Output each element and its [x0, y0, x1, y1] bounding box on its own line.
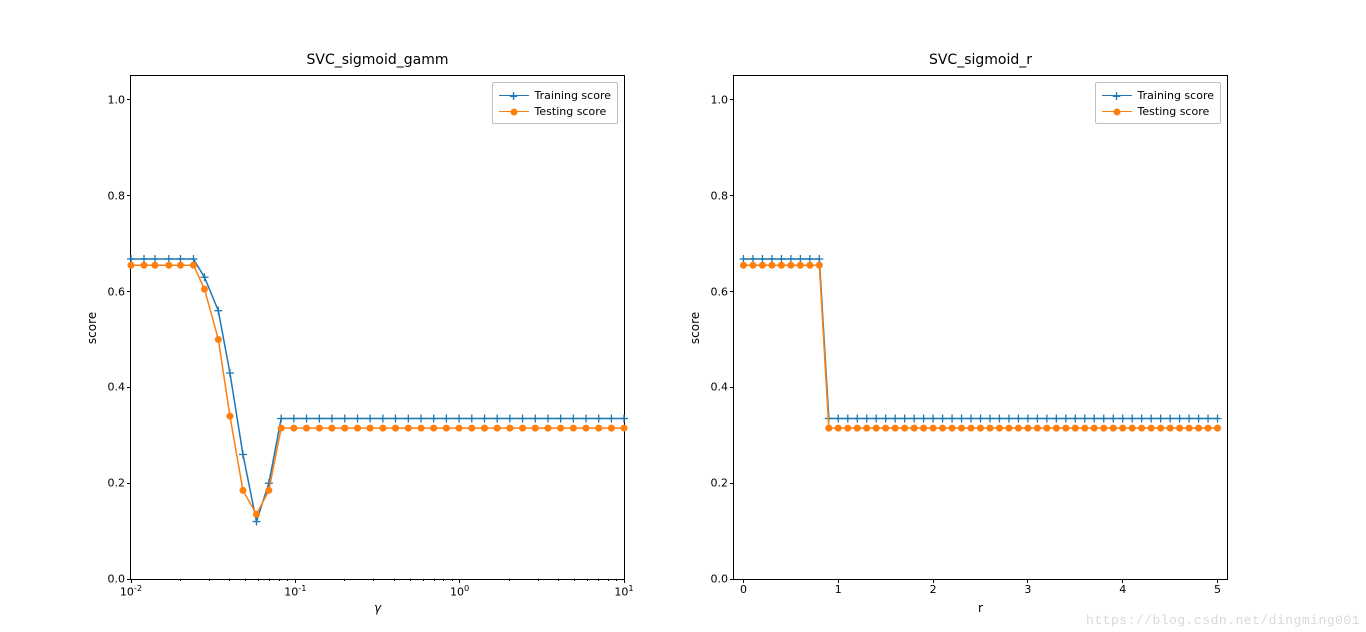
- legend: + Training score Testing score: [492, 82, 618, 124]
- legend-entry: Testing score: [535, 105, 607, 118]
- plot-svg: [734, 76, 1227, 579]
- plot-svg: [131, 76, 624, 579]
- legend-entry: Training score: [535, 89, 611, 102]
- legend: + Training score Testing score: [1095, 82, 1221, 124]
- legend-entry: Testing score: [1138, 105, 1210, 118]
- legend-entry: Training score: [1138, 89, 1214, 102]
- chart-title: SVC_sigmoid_r: [734, 52, 1227, 68]
- y-axis-label: score: [688, 311, 702, 343]
- figure: SVC_sigmoid_gamm score γ + Training scor…: [0, 0, 1366, 632]
- chart-right: SVC_sigmoid_r score r + Training score T…: [733, 75, 1228, 580]
- watermark: https://blog.csdn.net/dingming001: [1086, 613, 1360, 628]
- chart-title: SVC_sigmoid_gamm: [131, 52, 624, 68]
- chart-left: SVC_sigmoid_gamm score γ + Training scor…: [130, 75, 625, 580]
- y-axis-label: score: [85, 311, 99, 343]
- x-axis-label: γ: [131, 601, 624, 615]
